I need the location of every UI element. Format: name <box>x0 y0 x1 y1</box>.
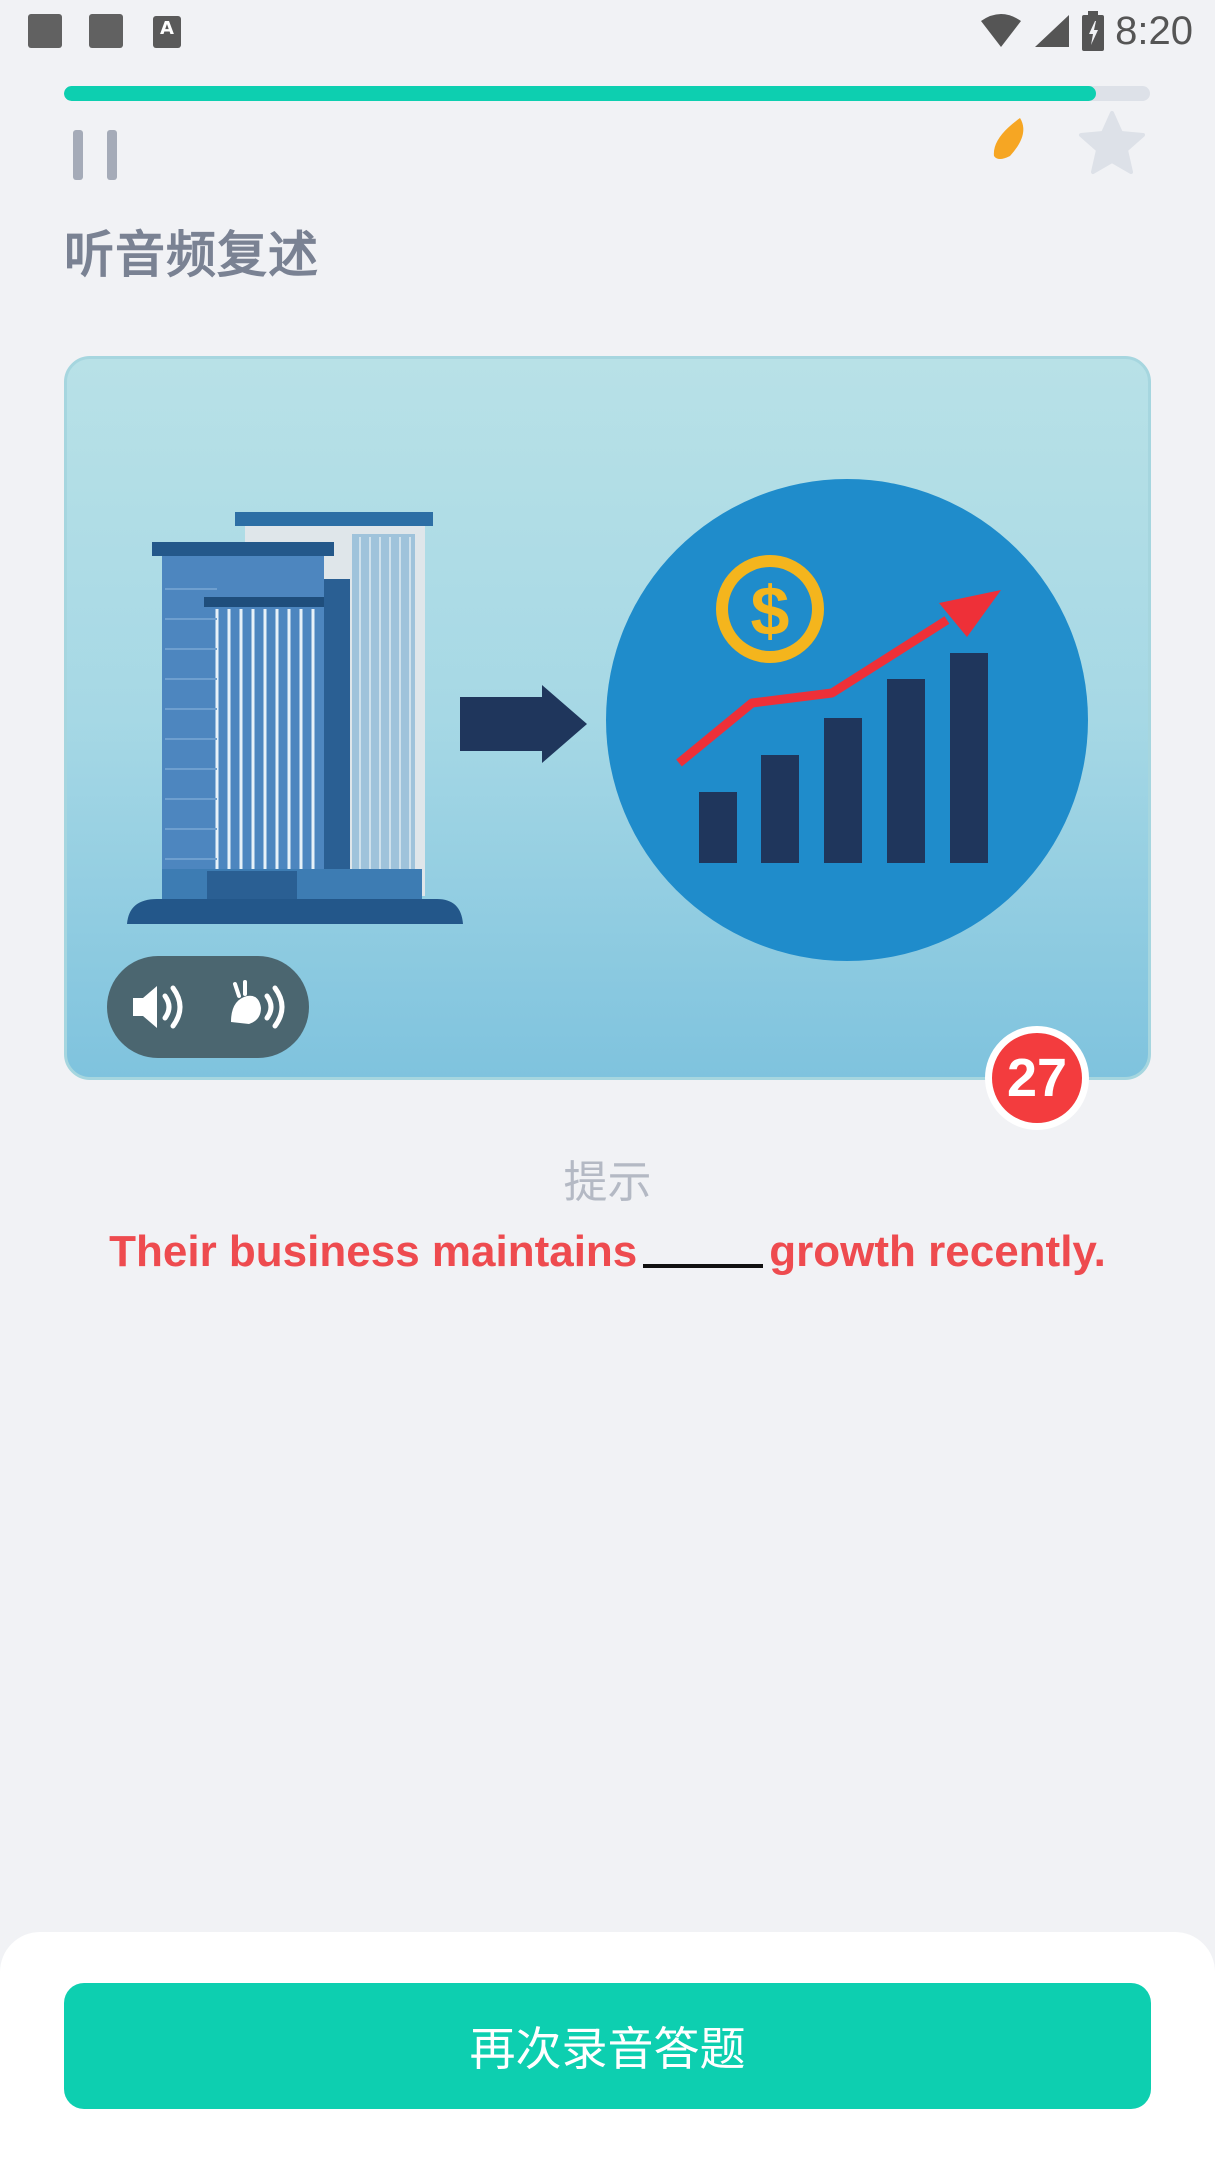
pause-button[interactable] <box>73 130 117 180</box>
dollar-coin-icon: $ <box>716 555 824 663</box>
audio-controls <box>107 956 309 1058</box>
slow-play-snail-icon[interactable] <box>227 978 291 1036</box>
arrow-icon <box>460 685 587 763</box>
notification-icon <box>28 14 62 48</box>
keyboard-notification-icon: A <box>153 16 181 48</box>
cell-signal-icon <box>1035 15 1070 47</box>
building-illustration <box>127 512 463 924</box>
countdown-badge: 27 <box>985 1026 1089 1130</box>
hint-sentence-end: growth recently. <box>769 1227 1106 1276</box>
status-time: 8:20 <box>1115 8 1193 53</box>
re-record-answer-button[interactable]: 再次录音答题 <box>64 1983 1151 2109</box>
page-title: 听音频复述 <box>64 226 319 284</box>
svg-text:$: $ <box>751 572 790 650</box>
hint-sentence-start: Their business maintains <box>109 1227 638 1276</box>
battery-icon <box>1082 11 1105 51</box>
hint-label: 提示 <box>563 1157 652 1208</box>
question-image-card: $ <box>64 356 1151 1080</box>
notification-icon <box>89 14 123 48</box>
speaker-play-icon[interactable] <box>127 978 191 1036</box>
answer-blank <box>643 1224 764 1268</box>
lesson-progress-fill <box>64 86 1096 101</box>
hint-sentence: Their business maintains growth recently. <box>0 1222 1215 1277</box>
pause-icon <box>73 130 83 180</box>
status-bar: A 8:20 <box>0 0 1215 62</box>
leaf-icon <box>993 118 1024 159</box>
lesson-progress-bar <box>64 86 1150 101</box>
favorite-star-icon[interactable] <box>1078 110 1146 176</box>
wifi-icon <box>981 14 1022 47</box>
bottom-action-bar: 再次录音答题 <box>0 1932 1215 2159</box>
